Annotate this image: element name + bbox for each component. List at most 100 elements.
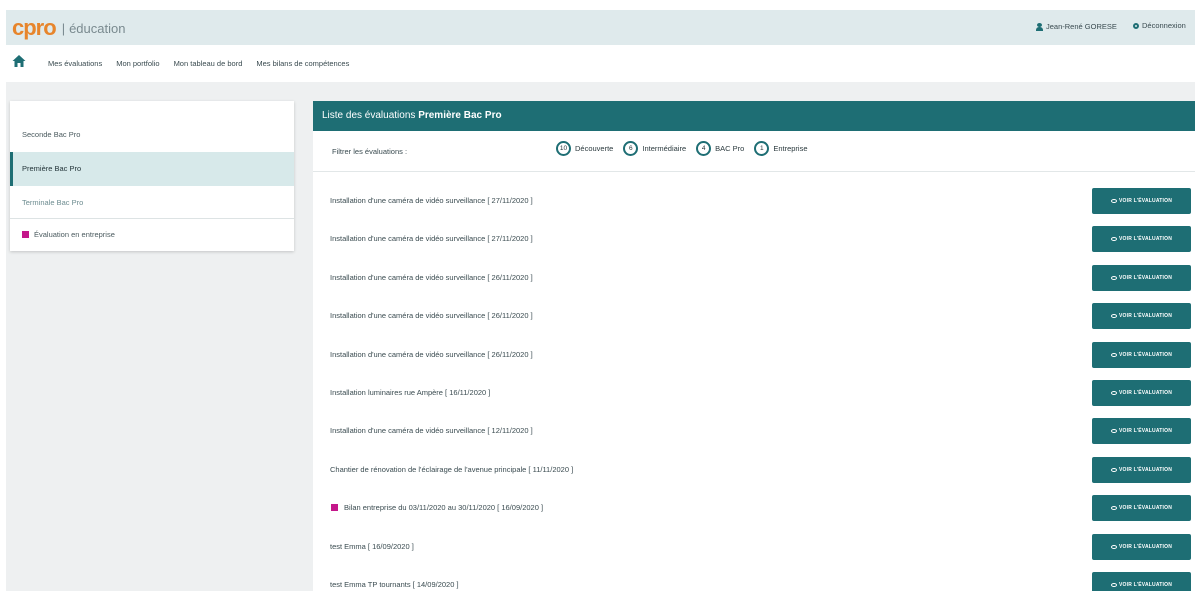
eye-icon xyxy=(1110,275,1117,280)
user-name: Jean-René GORESE xyxy=(1046,22,1117,31)
table-row: test Emma TP tournants [ 14/09/2020 ] VOI… xyxy=(313,565,1195,591)
view-button-label: VOIR L'ÉVALUATION xyxy=(1118,236,1172,243)
sidebar-divider xyxy=(10,218,294,219)
filter-count: 1 xyxy=(754,141,770,156)
eye-icon xyxy=(1110,583,1117,587)
sidebar-item-premiere[interactable]: Première Bac Pro xyxy=(10,152,294,186)
filter-count: 4 xyxy=(696,141,712,156)
main-nav: Mes évaluations Mon portfolio Mon tablea… xyxy=(6,45,1195,82)
evaluation-title-text: Bilan entreprise du 03/11/2020 au 30/11/… xyxy=(344,503,544,513)
eye-icon xyxy=(1110,352,1117,357)
eye-icon xyxy=(1110,314,1117,319)
view-button-label: VOIR L'ÉVALUATION xyxy=(1118,274,1172,281)
user-menu[interactable]: Jean-René GORESE xyxy=(1036,22,1117,31)
table-row: Bilan entreprise du 03/11/2020 au 30/11/… xyxy=(313,488,1195,526)
evaluations-panel: Liste des évaluations Première Bac Pro F… xyxy=(313,101,1195,591)
nav-tableau-de-bord[interactable]: Mon tableau de bord xyxy=(174,59,243,68)
table-row: Installation d'une caméra de vidéo surve… xyxy=(313,258,1195,296)
evaluation-title-text: test Emma TP tournants [ 14/09/2020 ] xyxy=(330,580,459,589)
sidebar-item-seconde[interactable]: Seconde Bac Pro xyxy=(10,118,294,152)
eye-icon xyxy=(1110,429,1117,434)
app-frame: cpro | éducation Jean-René GORESE Déconn… xyxy=(6,10,1195,591)
evaluation-title: Installation d'une caméra de vidéo surve… xyxy=(330,311,533,320)
table-row: Installation d'une caméra de vidéo surve… xyxy=(313,335,1195,373)
table-row: Installation d'une caméra de vidéo surve… xyxy=(313,181,1195,219)
view-evaluation-button[interactable]: VOIR L'ÉVALUATION xyxy=(1092,380,1191,406)
filter-name: Intermédiaire xyxy=(642,144,687,153)
view-evaluation-button[interactable]: VOIR L'ÉVALUATION xyxy=(1092,456,1191,483)
top-bar: cpro | éducation Jean-René GORESE Déconn… xyxy=(6,10,1195,45)
entreprise-swatch xyxy=(331,504,338,512)
view-button-label: VOIR L'ÉVALUATION xyxy=(1118,198,1172,204)
view-evaluation-button[interactable]: VOIR L'ÉVALUATION xyxy=(1092,572,1191,591)
view-evaluation-button[interactable]: VOIR L'ÉVALUATION xyxy=(1092,264,1191,291)
filter-name: Entreprise xyxy=(773,144,808,153)
filter-label: Filtrer les évaluations : xyxy=(332,147,408,156)
view-evaluation-button[interactable]: VOIR L'ÉVALUATION xyxy=(1092,303,1191,330)
logo[interactable]: cpro | éducation xyxy=(12,15,125,41)
filter-count: 10 xyxy=(556,141,571,156)
view-button-label: VOIR L'ÉVALUATION xyxy=(1118,466,1172,473)
view-evaluation-button[interactable]: VOIR L'ÉVALUATION xyxy=(1092,188,1191,214)
view-button-label: VOIR L'ÉVALUATION xyxy=(1118,390,1172,396)
eye-icon xyxy=(1110,467,1117,472)
filter-name: Découverte xyxy=(575,144,614,153)
logo-text: cpro xyxy=(12,15,57,40)
evaluation-title-text: Chantier de rénovation de l'éclairage de… xyxy=(330,464,574,474)
evaluation-title: Installation d'une caméra de vidéo surve… xyxy=(330,426,533,435)
view-button-label: VOIR L'ÉVALUATION xyxy=(1118,351,1172,358)
legend-label: Évaluation en entreprise xyxy=(34,230,115,239)
evaluation-title: test Emma [ 16/09/2020 ] xyxy=(330,542,414,551)
nav-mon-portfolio[interactable]: Mon portfolio xyxy=(116,59,159,68)
table-row: Chantier de rénovation de l'éclairage de… xyxy=(313,450,1195,488)
eye-icon xyxy=(1110,199,1117,203)
evaluation-title: Installation d'une caméra de vidéo surve… xyxy=(330,273,533,282)
eye-icon xyxy=(1110,506,1117,511)
eye-icon xyxy=(1110,544,1117,549)
logout-link[interactable]: Déconnexion xyxy=(1133,21,1186,30)
filter-bar: Filtrer les évaluations : 10 Découverte … xyxy=(313,131,1195,172)
filter-decouverte[interactable]: 10 Découverte xyxy=(556,141,613,156)
panel-title: Liste des évaluations Première Bac Pro xyxy=(313,101,1195,131)
eye-icon xyxy=(1110,391,1117,395)
view-button-label: VOIR L'ÉVALUATION xyxy=(1118,428,1172,435)
table-row: Installation d'une caméra de vidéo surve… xyxy=(313,411,1195,449)
evaluation-title: test Emma TP tournants [ 14/09/2020 ] xyxy=(330,580,459,589)
evaluation-title-text: Installation d'une caméra de vidéo surve… xyxy=(330,234,533,244)
filter-name: BAC Pro xyxy=(715,144,745,153)
evaluation-title-text: Installation d'une caméra de vidéo surve… xyxy=(330,349,533,359)
evaluation-title-text: Installation d'une caméra de vidéo surve… xyxy=(330,426,533,436)
logout-label: Déconnexion xyxy=(1142,21,1186,30)
table-row: Installation d'une caméra de vidéo surve… xyxy=(313,219,1195,257)
evaluation-title: Chantier de rénovation de l'éclairage de… xyxy=(330,465,573,474)
user-icon xyxy=(1036,22,1043,31)
evaluation-title: Installation d'une caméra de vidéo surve… xyxy=(330,350,533,359)
logo-section: éducation xyxy=(69,20,126,36)
view-evaluation-button[interactable]: VOIR L'ÉVALUATION xyxy=(1092,418,1191,445)
panel-title-class: Première Bac Pro xyxy=(418,110,502,121)
filter-entreprise[interactable]: 1 Entreprise xyxy=(754,141,808,156)
evaluation-title-text: test Emma [ 16/09/2020 ] xyxy=(330,541,414,551)
view-evaluation-button[interactable]: VOIR L'ÉVALUATION xyxy=(1092,533,1191,560)
view-evaluation-button[interactable]: VOIR L'ÉVALUATION xyxy=(1092,226,1191,253)
filter-bac-pro[interactable]: 4 BAC Pro xyxy=(696,141,744,156)
entreprise-swatch xyxy=(22,231,29,238)
table-row: Installation d'une caméra de vidéo surve… xyxy=(313,296,1195,334)
evaluation-title: Bilan entreprise du 03/11/2020 au 30/11/… xyxy=(330,503,543,512)
evaluation-title-text: Installation d'une caméra de vidéo surve… xyxy=(330,311,533,321)
evaluation-title: Installation luminaires rue Ampère [ 16/… xyxy=(330,388,490,397)
view-evaluation-button[interactable]: VOIR L'ÉVALUATION xyxy=(1092,495,1191,522)
nav-mes-evaluations[interactable]: Mes évaluations xyxy=(48,59,102,68)
sidebar-item-terminale[interactable]: Terminale Bac Pro xyxy=(10,186,294,220)
nav-bilans-competences[interactable]: Mes bilans de compétences xyxy=(256,59,349,68)
view-button-label: VOIR L'ÉVALUATION xyxy=(1118,505,1172,512)
view-button-label: VOIR L'ÉVALUATION xyxy=(1118,582,1172,588)
home-icon[interactable] xyxy=(12,54,26,68)
table-row: test Emma [ 16/09/2020 ] VOIR L'ÉVALUATIO… xyxy=(313,527,1195,565)
filter-intermediaire[interactable]: 6 Intermédiaire xyxy=(623,141,686,156)
eye-icon xyxy=(1110,237,1117,242)
filter-count: 6 xyxy=(623,141,639,156)
evaluation-title: Installation d'une caméra de vidéo surve… xyxy=(330,234,533,243)
view-evaluation-button[interactable]: VOIR L'ÉVALUATION xyxy=(1092,341,1191,368)
view-button-label: VOIR L'ÉVALUATION xyxy=(1118,313,1172,320)
